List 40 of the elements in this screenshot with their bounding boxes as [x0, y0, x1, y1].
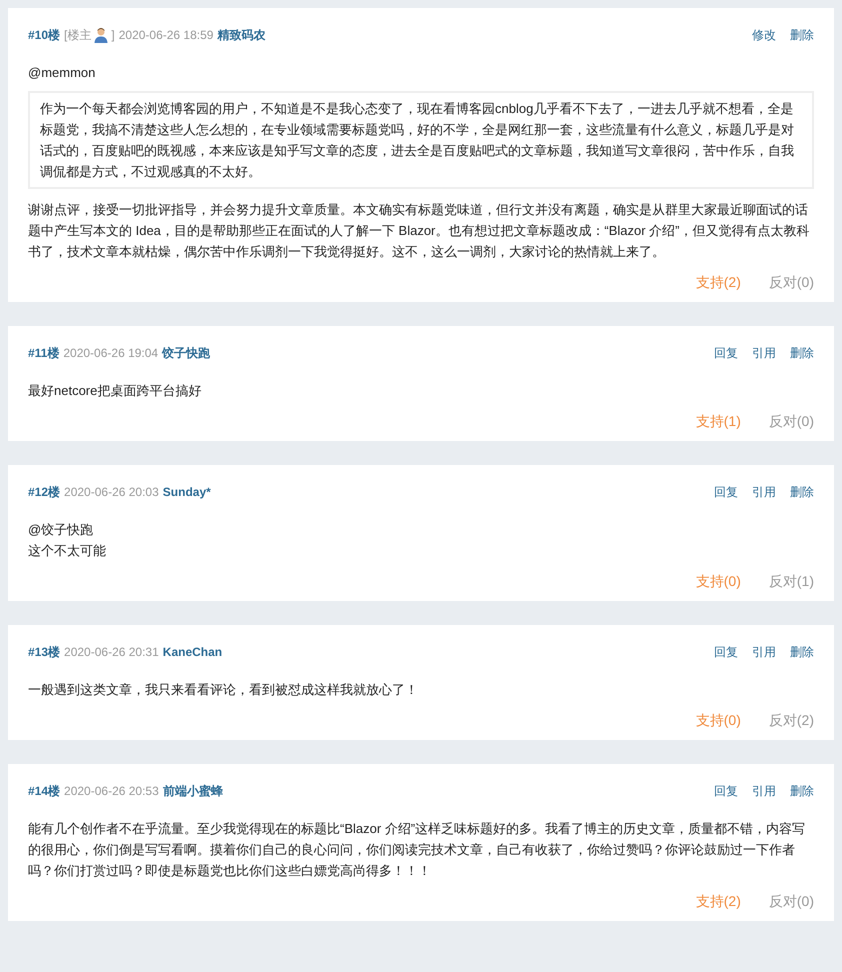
- owner-tag-end: ]: [111, 27, 115, 44]
- comment-action-link[interactable]: 引用: [752, 643, 776, 661]
- author-link[interactable]: 饺子快跑: [162, 344, 210, 362]
- comment-action-link[interactable]: 删除: [790, 344, 814, 362]
- comment-text: 最好netcore把桌面跨平台搞好: [28, 382, 202, 400]
- comment-action-link[interactable]: 引用: [752, 782, 776, 800]
- comment-action-link[interactable]: 回复: [714, 344, 738, 362]
- comment-text: 能有几个创作者不在乎流量。至少我觉得现在的标题比“Blazor 介绍”这样乏味标题好的多。我看了博主的历史文章，质量都不错，内容写的很用心，你们倒是写写看啊。摸着你们自己的良心问问，你们阅读完技术文章，自己有收获了，你给过赞吗？你评论鼓励过一下作者吗？你们打赏过吗？即使是标题党也比你们这些白嫖党高尚得多！！！: [28, 820, 806, 880]
- quoted-comment: 作为一个每天都会浏览博客园的用户，不知道是不是我心态变了，现在看博客园cnblog几乎看不下去了，一进去几乎就不想看，全是标题党，我搞不清楚这些人怎么想的，在专业领域需要标题党吗，好的不学，全是网红那一套，这些流量有什么意义，标题几乎是对话式的，百度贴吧的既视感，本来应该是知乎写文章的态度，进去全是百度贴吧式的文章标题，我知道写文章很闷，苦中作乐，自我调侃都是方式，不过观感真的不太好。: [28, 91, 814, 189]
- comment-text: @memmon: [28, 64, 96, 82]
- floor-number: #14楼: [28, 783, 60, 800]
- author-link[interactable]: Sunday*: [162, 483, 211, 501]
- comment-text: 一般遇到这类文章，我只来看看评论，看到被怼成这样我就放心了！: [28, 681, 419, 699]
- author-link[interactable]: 前端小蜜蜂: [162, 782, 223, 800]
- floor-number: #11楼: [28, 345, 60, 362]
- comment-action-link[interactable]: 删除: [790, 782, 814, 800]
- comment-action-link[interactable]: 删除: [790, 26, 814, 44]
- author-link[interactable]: 精致码农: [217, 26, 266, 44]
- author-link[interactable]: KaneChan: [162, 643, 222, 661]
- floor-number: #13楼: [28, 644, 60, 661]
- comment-date: 2020-06-26 20:53: [64, 783, 159, 800]
- comment-text: 这个不太可能: [28, 542, 107, 560]
- comment-action-link[interactable]: 引用: [752, 483, 776, 501]
- comment-date: 2020-06-26 19:04: [63, 345, 158, 362]
- comment-action-link[interactable]: 引用: [752, 344, 776, 362]
- comment-date: 2020-06-26 18:59: [118, 27, 214, 44]
- comment-date: 2020-06-26 20:31: [64, 644, 159, 661]
- comment-action-link[interactable]: 删除: [790, 483, 814, 501]
- comment-text: 谢谢点评，接受一切批评指导，并会努力提升文章质量。本文确实有标题党味道，但行文并没有离题，确实是从群里大家最近聊面试的话题中产生写本文的 Idea，目的是帮助那些正在面试的人了解一下 Blazor。也有想过把文章标题改成：“Blazor 介绍”，但又觉得有点太教科书了，技术文章本就枯燥，偶尔苦中作乐调剂一下我觉得挺好。这不，这么一调剂，大家讨论的热情就上来了。: [28, 201, 810, 261]
- comment-date: 2020-06-26 20:03: [64, 484, 159, 501]
- comment-action-link[interactable]: 修改: [752, 26, 776, 44]
- comment-action-link[interactable]: 删除: [790, 643, 814, 661]
- comment-text: @饺子快跑: [28, 521, 94, 539]
- user-avatar-icon: [93, 27, 110, 43]
- floor-number: #10楼: [28, 27, 60, 44]
- owner-tag: [楼主: [64, 26, 92, 44]
- comment-action-link[interactable]: 回复: [714, 483, 738, 501]
- floor-number: #12楼: [28, 484, 60, 501]
- comment-action-link[interactable]: 回复: [714, 643, 738, 661]
- comment-action-link[interactable]: 回复: [714, 782, 738, 800]
